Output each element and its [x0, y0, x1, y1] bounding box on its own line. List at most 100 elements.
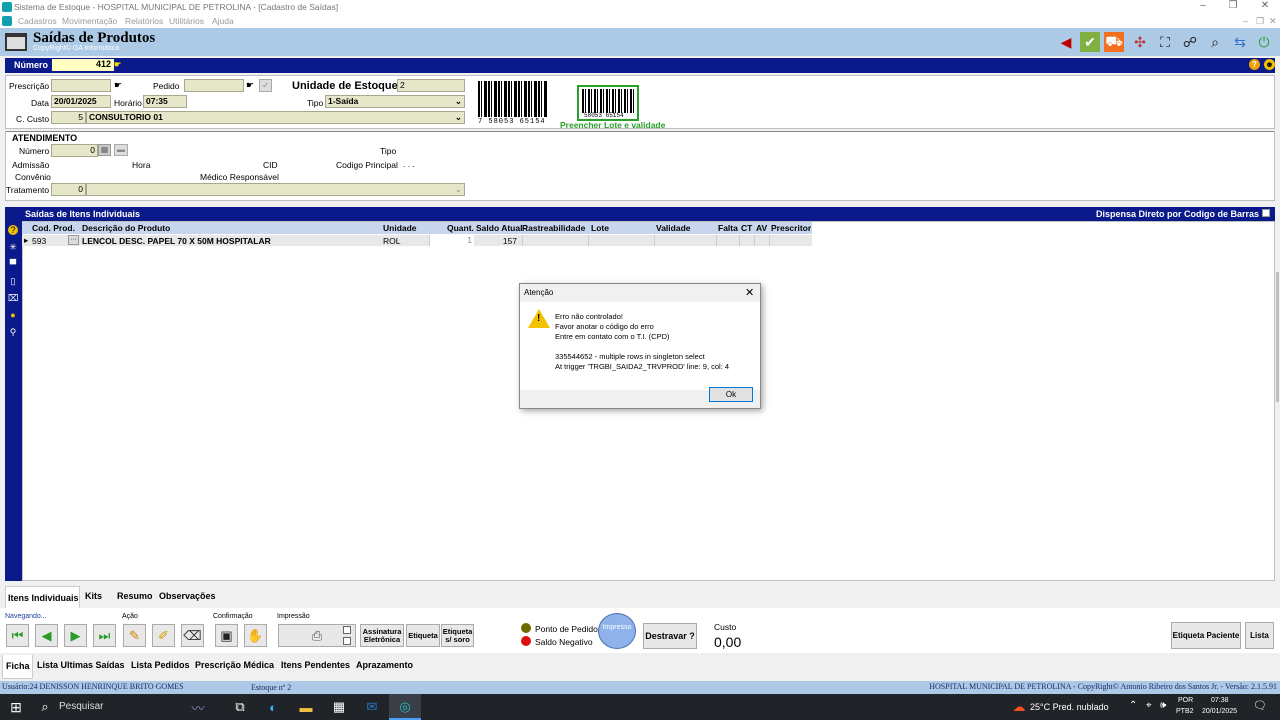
etiqueta-button[interactable]: Etiqueta	[406, 624, 440, 647]
barcode-lote-button[interactable]: 58053 65154	[577, 85, 639, 121]
destravar-button[interactable]: Destravar ?	[643, 623, 697, 649]
unidade-estoque-field[interactable]: 2	[397, 79, 465, 92]
close-window-button[interactable]: ✕	[1250, 0, 1280, 11]
tab-resumo[interactable]: Resumo	[117, 591, 153, 601]
tab-observacoes[interactable]: Observações	[159, 591, 216, 601]
horario-field[interactable]: 07:35	[143, 95, 187, 108]
menu-relatorios[interactable]: Relatórios	[125, 16, 163, 26]
menu-ajuda[interactable]: Ajuda	[212, 16, 234, 26]
help-icon[interactable]: ?	[1249, 59, 1260, 70]
print-option-1-checkbox[interactable]	[343, 626, 351, 634]
prescricao-field[interactable]	[51, 79, 111, 92]
col-cod-prod[interactable]: Cod. Prod.	[32, 223, 75, 233]
tab-kits[interactable]: Kits	[85, 591, 102, 601]
menu-cadastros[interactable]: Cadastros	[18, 16, 57, 26]
col-av[interactable]: AV	[756, 223, 767, 233]
cell-falta[interactable]	[716, 235, 739, 246]
network-tray-icon[interactable]: ⌖	[1146, 700, 1152, 711]
ok-button[interactable]: Ok	[709, 387, 753, 402]
menu-utilitarios[interactable]: Utilitários	[169, 16, 204, 26]
sparkle-icon[interactable]: ✳	[8, 242, 18, 252]
tratamento-select[interactable]: ⌄	[86, 183, 465, 196]
file-explorer-icon[interactable]: ▬	[297, 698, 315, 716]
lang-2[interactable]: PTB2	[1176, 708, 1194, 715]
pedido-check-icon[interactable]: ✓	[259, 79, 272, 92]
minimize-button[interactable]: –	[1188, 0, 1218, 11]
cart-check-icon[interactable]: ✔	[1080, 32, 1100, 52]
save-button[interactable]: ▣	[215, 624, 238, 647]
tab-lista-pedidos[interactable]: Lista Pedidos	[131, 660, 190, 670]
menu-movimentacao[interactable]: Movimentação	[62, 16, 117, 26]
help-item-icon[interactable]: ?	[8, 225, 18, 235]
print-option-2-checkbox[interactable]	[343, 637, 351, 645]
cart-icon[interactable]: ⛟	[1104, 32, 1124, 52]
cancel-button[interactable]: ✋	[244, 624, 267, 647]
edge-icon[interactable]: ◐	[264, 698, 282, 716]
mdi-restore-button[interactable]: ❐	[1256, 16, 1264, 27]
handshake-icon[interactable]: ☍	[1180, 32, 1200, 52]
col-quant[interactable]: Quant.	[447, 223, 474, 233]
bed-icon[interactable]: ▬	[114, 144, 128, 156]
cell-validade[interactable]	[654, 235, 716, 246]
tab-aprazamento[interactable]: Aprazamento	[356, 660, 413, 670]
save-item-icon[interactable]: ▀	[8, 259, 18, 269]
tab-ficha[interactable]: Ficha	[6, 661, 30, 671]
scrollbar-thumb[interactable]	[1276, 272, 1279, 402]
main-scrollbar[interactable]	[1275, 207, 1280, 583]
etiqueta-soro-button[interactable]: Etiqueta s/ soro	[441, 624, 474, 647]
tab-itens-pendentes[interactable]: Itens Pendentes	[281, 660, 350, 670]
volume-icon[interactable]: 🕪	[1160, 700, 1166, 711]
estoque-app-icon[interactable]: ◎	[396, 698, 414, 716]
cell-ct[interactable]	[739, 235, 754, 246]
lista-button[interactable]: Lista	[1245, 622, 1274, 649]
back-arrow-icon[interactable]: ◀	[1056, 32, 1076, 52]
numero-field[interactable]: 412	[52, 59, 114, 71]
col-unidade[interactable]: Unidade	[383, 223, 417, 233]
clipboard-icon[interactable]: ▯	[8, 276, 18, 286]
atend-numero-field[interactable]: 0	[51, 144, 98, 157]
col-lote[interactable]: Lote	[591, 223, 609, 233]
prev-record-button[interactable]: ◀	[35, 624, 58, 647]
tratamento-code-field[interactable]: 0	[51, 183, 86, 196]
taskbar-search-placeholder[interactable]: Pesquisar	[59, 701, 103, 712]
delete-record-button[interactable]: ⌫	[181, 624, 204, 647]
zoom-icon[interactable]: ⌕	[1205, 32, 1225, 52]
tipo-select[interactable]: 1-Saída ⌄	[325, 95, 465, 108]
tab-itens-individuais[interactable]: Itens Individuais	[8, 593, 79, 603]
weather-text[interactable]: 25°C Pred. nublado	[1030, 702, 1109, 712]
coins-icon[interactable]: ●	[8, 310, 18, 320]
last-record-button[interactable]: ⏭	[93, 624, 116, 647]
search-pedido-icon[interactable]: ☛	[246, 80, 254, 91]
mdi-minimize-button[interactable]: –	[1243, 16, 1248, 26]
exit-icon[interactable]: ⏻	[1254, 32, 1274, 52]
col-validade[interactable]: Validade	[656, 223, 691, 233]
search-prescricao-icon[interactable]: ☛	[114, 80, 122, 91]
data-field[interactable]: 20/01/2025	[51, 95, 111, 108]
dialog-close-icon[interactable]: ✕	[745, 286, 754, 299]
pedido-field[interactable]	[184, 79, 244, 92]
clock-time[interactable]: 07:38	[1211, 697, 1229, 704]
tab-lista-ultimas-saidas[interactable]: Lista Ultimas Saídas	[37, 660, 125, 670]
next-record-button[interactable]: ▶	[64, 624, 87, 647]
first-record-button[interactable]: ⏮	[6, 624, 29, 647]
resize-icon[interactable]: ⛶	[1155, 32, 1175, 52]
tab-prescricao-medica[interactable]: Prescrição Médica	[195, 660, 274, 670]
col-saldo-atual[interactable]: Saldo Atual	[476, 223, 522, 233]
maximize-button[interactable]: ❐	[1218, 0, 1248, 11]
col-descricao[interactable]: Descrição do Produto	[82, 223, 170, 233]
trash-icon[interactable]: ⌧	[8, 293, 18, 303]
search-numero-icon[interactable]: ☛	[114, 60, 121, 69]
custo-code-field[interactable]: 5	[51, 111, 86, 124]
cell-lote[interactable]	[588, 235, 654, 246]
network-icon[interactable]: ⇆	[1230, 32, 1250, 52]
custo-select[interactable]: CONSULTORIO 01 ⌄	[86, 111, 465, 124]
clock-date[interactable]: 20/01/2025	[1202, 708, 1237, 715]
lang-1[interactable]: POR	[1178, 697, 1193, 704]
mdi-close-button[interactable]: ✕	[1269, 16, 1277, 27]
col-rastreabilidade[interactable]: Rastreabilidade	[522, 223, 585, 233]
etiqueta-paciente-button[interactable]: Etiqueta Paciente	[1171, 622, 1241, 649]
syringe-icon[interactable]: ⚲	[8, 327, 18, 337]
new-record-button[interactable]: ✎	[123, 624, 146, 647]
task-view-icon[interactable]: ⧉	[231, 698, 249, 716]
table-row[interactable]: ▸ 593 ··· LENCOL DESC. PAPEL 70 X 50M HO…	[22, 235, 812, 246]
